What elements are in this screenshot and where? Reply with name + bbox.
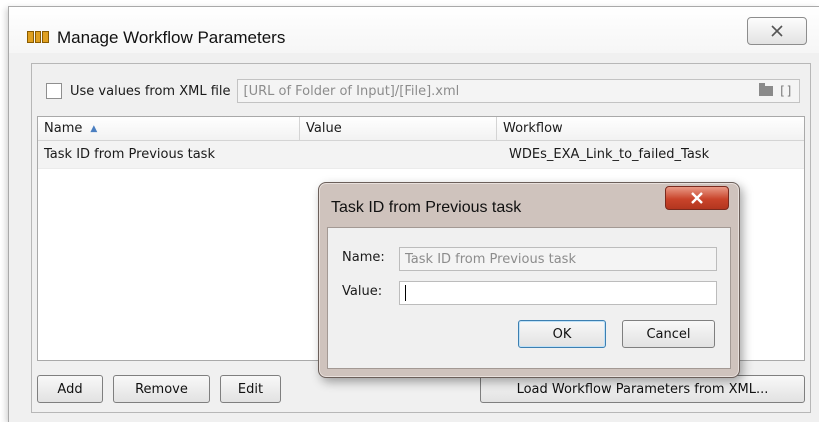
name-field-value: Task ID from Previous task xyxy=(405,251,576,267)
remove-button[interactable]: Remove xyxy=(113,375,210,403)
dialog-close-button[interactable] xyxy=(665,186,729,210)
column-header-label: Name xyxy=(44,121,83,136)
cell-name: Task ID from Previous task xyxy=(44,147,215,162)
dialog-body: Name: Task ID from Previous task Value: … xyxy=(327,227,731,369)
text-cursor xyxy=(405,285,406,301)
xml-source-row: Use values from XML file [URL of Folder … xyxy=(42,78,800,104)
ok-button[interactable]: OK xyxy=(518,320,606,348)
parameter-value-dialog: Task ID from Previous task Name: Task ID… xyxy=(318,182,740,378)
title-bar: Manage Workflow Parameters xyxy=(9,7,819,53)
cell-workflow: WDEs_EXA_Link_to_failed_Task xyxy=(509,147,710,162)
name-label: Name: xyxy=(342,250,385,265)
xml-path-input[interactable]: [URL of Folder of Input]/[File].xml [] xyxy=(236,79,800,103)
variable-bracket-icon[interactable]: [] xyxy=(779,84,793,98)
close-icon xyxy=(771,25,783,37)
column-header-label: Workflow xyxy=(503,121,563,136)
name-field: Task ID from Previous task xyxy=(399,247,717,271)
edit-button[interactable]: Edit xyxy=(220,375,281,403)
column-header-label: Value xyxy=(306,121,342,136)
add-button[interactable]: Add xyxy=(37,375,103,403)
column-header-name[interactable]: Name ▲ xyxy=(38,117,300,141)
window-title: Manage Workflow Parameters xyxy=(57,28,286,47)
value-field[interactable] xyxy=(399,281,717,305)
table-row[interactable]: Task ID from Previous task WDEs_EXA_Link… xyxy=(38,141,804,169)
sort-ascending-icon: ▲ xyxy=(90,124,98,134)
column-header-value[interactable]: Value xyxy=(300,117,497,141)
column-header-workflow[interactable]: Workflow xyxy=(497,117,804,141)
cancel-button[interactable]: Cancel xyxy=(622,320,715,348)
use-xml-checkbox[interactable] xyxy=(46,83,62,99)
folder-icon[interactable] xyxy=(758,83,773,96)
close-icon xyxy=(691,192,703,204)
window-close-button[interactable] xyxy=(747,17,807,45)
xml-path-placeholder: [URL of Folder of Input]/[File].xml xyxy=(243,83,460,99)
dialog-title: Task ID from Previous task xyxy=(331,199,522,216)
load-from-xml-button[interactable]: Load Workflow Parameters from XML... xyxy=(480,375,805,403)
value-label: Value: xyxy=(342,284,383,299)
use-xml-label[interactable]: Use values from XML file xyxy=(70,84,231,99)
table-header: Name ▲ Value Workflow xyxy=(38,117,804,141)
parameter-table-icon xyxy=(27,31,50,43)
